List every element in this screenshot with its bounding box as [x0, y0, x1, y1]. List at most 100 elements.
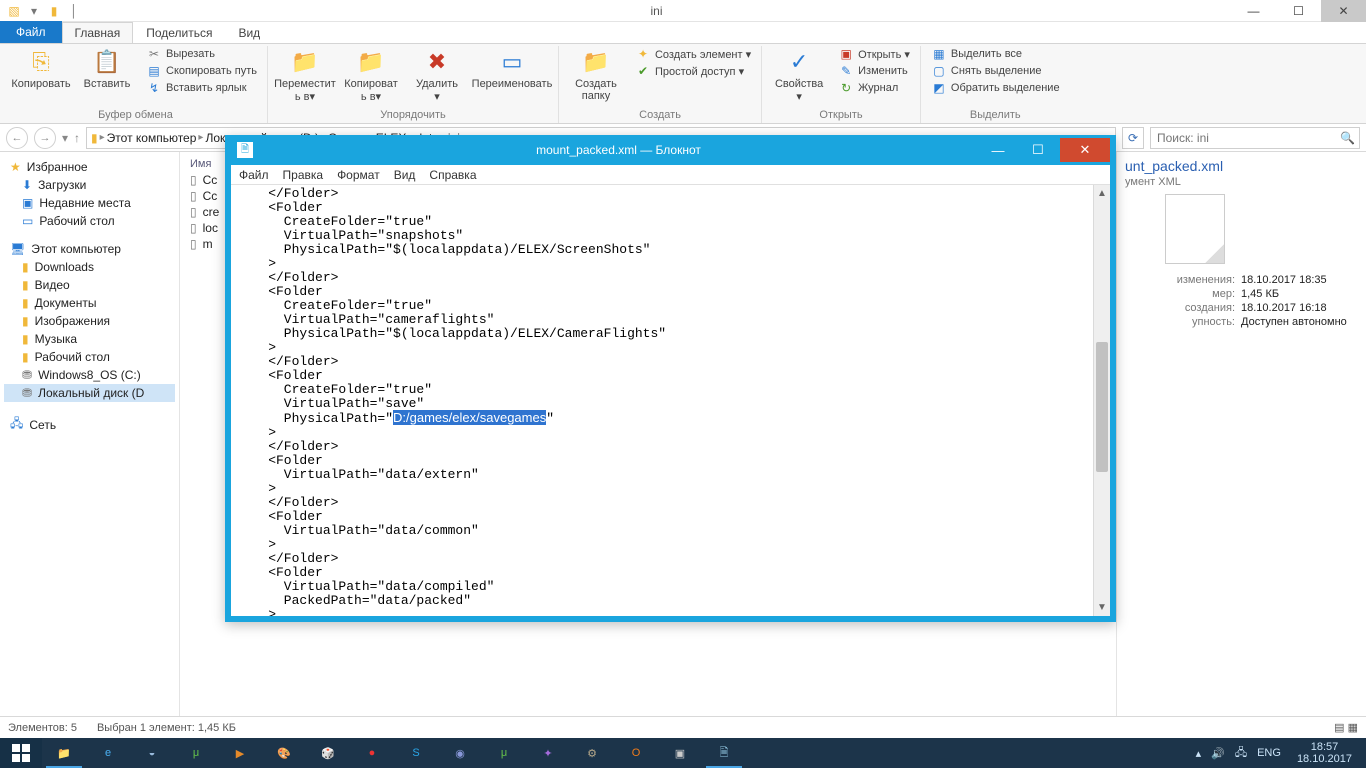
menu-help[interactable]: Справка — [429, 168, 476, 182]
ribbon-group-select: ▦Выделить все ▢Снять выделение ◩Обратить… — [921, 46, 1070, 123]
edit-button[interactable]: ✎Изменить — [834, 63, 914, 79]
tab-share[interactable]: Поделиться — [133, 22, 225, 43]
move-to-button[interactable]: 📁Переместит ь в▾ — [274, 46, 336, 103]
close-button[interactable]: ✕ — [1321, 0, 1366, 22]
copy-to-button[interactable]: 📁Копироват ь в▾ — [340, 46, 402, 103]
tray-language[interactable]: ENG — [1257, 747, 1281, 759]
taskbar-app-utorrent[interactable]: μ — [174, 738, 218, 768]
tray-up-icon[interactable]: ▴ — [1196, 747, 1202, 760]
nav-pc-downloads[interactable]: ▮Downloads — [4, 258, 175, 276]
select-none-icon: ▢ — [931, 63, 947, 79]
taskbar-app-discord[interactable]: ◉ — [438, 738, 482, 768]
nav-this-pc[interactable]: 🖥Этот компьютер — [4, 240, 175, 258]
nav-pc-pictures[interactable]: ▮Изображения — [4, 312, 175, 330]
taskbar-app-skype[interactable]: S — [394, 738, 438, 768]
start-button[interactable] — [0, 738, 42, 768]
taskbar-app-extra2[interactable]: ⚙ — [570, 738, 614, 768]
cut-button[interactable]: ✂Вырезать — [142, 46, 261, 62]
nav-drive-d[interactable]: ⛃Локальный диск (D — [4, 384, 175, 402]
scroll-down-button[interactable]: ▼ — [1094, 599, 1110, 616]
easy-access-button[interactable]: ✔Простой доступ ▾ — [631, 63, 755, 79]
select-none-button[interactable]: ▢Снять выделение — [927, 63, 1064, 79]
menu-view[interactable]: Вид — [394, 168, 416, 182]
crumb-0[interactable]: Этот компьютер ▸ — [107, 131, 204, 145]
taskbar-app-ie[interactable]: e — [86, 738, 130, 768]
tab-view[interactable]: Вид — [225, 22, 273, 43]
history-button[interactable]: ↻Журнал — [834, 80, 914, 96]
rename-button[interactable]: ▭Переименовать — [472, 46, 552, 90]
back-button[interactable]: ← — [6, 127, 28, 149]
tab-file[interactable]: Файл — [0, 21, 62, 43]
taskbar-app-record[interactable]: ● — [350, 738, 394, 768]
notepad-titlebar: 🗎 mount_packed.xml — Блокнот — ☐ ✕ — [231, 135, 1110, 165]
up-button[interactable]: ↑ — [74, 131, 80, 145]
open-button[interactable]: ▣Открыть ▾ — [834, 46, 914, 62]
select-all-button[interactable]: ▦Выделить все — [927, 46, 1064, 62]
edit-icon: ✎ — [838, 63, 854, 79]
properties-icon: ✓ — [785, 48, 813, 76]
scroll-up-button[interactable]: ▲ — [1094, 185, 1110, 202]
notepad-minimize-button[interactable]: — — [978, 138, 1018, 162]
taskbar-app-game[interactable]: ▣ — [658, 738, 702, 768]
details-pane: unt_packed.xml умент XML изменения:18.10… — [1116, 152, 1366, 716]
open-icon: ▣ — [838, 46, 854, 62]
paste-shortcut-button[interactable]: ↯Вставить ярлык — [142, 80, 261, 96]
rename-icon: ▭ — [498, 48, 526, 76]
notepad-scrollbar[interactable]: ▲ ▼ — [1093, 185, 1110, 616]
taskbar-app-media[interactable]: ▶ — [218, 738, 262, 768]
taskbar-app-explorer[interactable]: 📁 — [42, 738, 86, 768]
nav-drive-c[interactable]: ⛃Windows8_OS (C:) — [4, 366, 175, 384]
copy-path-button[interactable]: ▤Скопировать путь — [142, 63, 261, 79]
notepad-close-button[interactable]: ✕ — [1060, 138, 1110, 162]
nav-pc-music[interactable]: ▮Музыка — [4, 330, 175, 348]
minimize-button[interactable]: — — [1231, 0, 1276, 22]
view-mode-icons[interactable]: ▤ ▦ — [1334, 721, 1358, 734]
invert-selection-button[interactable]: ◩Обратить выделение — [927, 80, 1064, 96]
tab-home[interactable]: Главная — [62, 22, 134, 43]
taskbar-app-steam[interactable]: ◒ — [130, 738, 174, 768]
forward-button[interactable]: → — [34, 127, 56, 149]
menu-edit[interactable]: Правка — [283, 168, 324, 182]
notepad-textarea[interactable]: </Folder> <Folder CreateFolder="true" Vi… — [231, 185, 1092, 616]
paste-button[interactable]: 📋Вставить — [76, 46, 138, 90]
menu-file[interactable]: Файл — [239, 168, 269, 182]
copy-button[interactable]: ⎘Копировать — [10, 46, 72, 90]
nav-recent[interactable]: ▣Недавние места — [4, 194, 175, 212]
scroll-thumb[interactable] — [1096, 342, 1108, 472]
search-box[interactable]: 🔍 — [1150, 127, 1360, 149]
notepad-body: </Folder> <Folder CreateFolder="true" Vi… — [231, 185, 1110, 616]
group-label: Буфер обмена — [98, 109, 173, 123]
nav-network[interactable]: 🖧Сеть — [4, 412, 175, 437]
new-folder-button[interactable]: 📁Создать папку — [565, 46, 627, 102]
nav-favorites[interactable]: ★Избранное — [4, 158, 175, 176]
copy-path-icon: ▤ — [146, 63, 162, 79]
tray-volume-icon[interactable]: 🔊 — [1211, 747, 1225, 760]
taskbar: 📁 e ◒ μ ▶ 🎨 🎲 ● S ◉ μ ✦ ⚙ O ▣ 🗎 ▴ 🔊 🖧 EN… — [0, 738, 1366, 768]
nav-desktop[interactable]: ▭Рабочий стол — [4, 212, 175, 230]
taskbar-app-extra1[interactable]: ✦ — [526, 738, 570, 768]
tray-network-icon[interactable]: 🖧 — [1235, 744, 1247, 763]
taskbar-app-cube[interactable]: 🎲 — [306, 738, 350, 768]
notepad-maximize-button[interactable]: ☐ — [1018, 138, 1058, 162]
qat-down-icon[interactable]: ▾ — [26, 3, 42, 19]
ribbon-group-clipboard: ⎘Копировать 📋Вставить ✂Вырезать ▤Скопиро… — [4, 46, 268, 123]
delete-button[interactable]: ✖Удалить ▾ — [406, 46, 468, 103]
nav-pc-videos[interactable]: ▮Видео — [4, 276, 175, 294]
menu-format[interactable]: Формат — [337, 168, 380, 182]
refresh-button[interactable]: ⟳ — [1122, 127, 1144, 149]
new-item-button[interactable]: ✦Создать элемент ▾ — [631, 46, 755, 62]
recent-locations-button[interactable]: ▾ — [62, 131, 68, 145]
taskbar-app-utorrent2[interactable]: μ — [482, 738, 526, 768]
qat-folder-icon[interactable]: ▮ — [46, 3, 62, 19]
taskbar-app-origin[interactable]: O — [614, 738, 658, 768]
nav-pc-documents[interactable]: ▮Документы — [4, 294, 175, 312]
nav-pc-desktop[interactable]: ▮Рабочий стол — [4, 348, 175, 366]
search-input[interactable] — [1155, 130, 1336, 146]
properties-button[interactable]: ✓Свойства ▾ — [768, 46, 830, 103]
maximize-button[interactable]: ☐ — [1276, 0, 1321, 22]
taskbar-app-paint[interactable]: 🎨 — [262, 738, 306, 768]
taskbar-app-notepad[interactable]: 🗎 — [702, 738, 746, 768]
tray-clock[interactable]: 18:57 18.10.2017 — [1291, 739, 1358, 767]
delete-icon: ✖ — [423, 48, 451, 76]
nav-downloads[interactable]: ⬇Загрузки — [4, 176, 175, 194]
